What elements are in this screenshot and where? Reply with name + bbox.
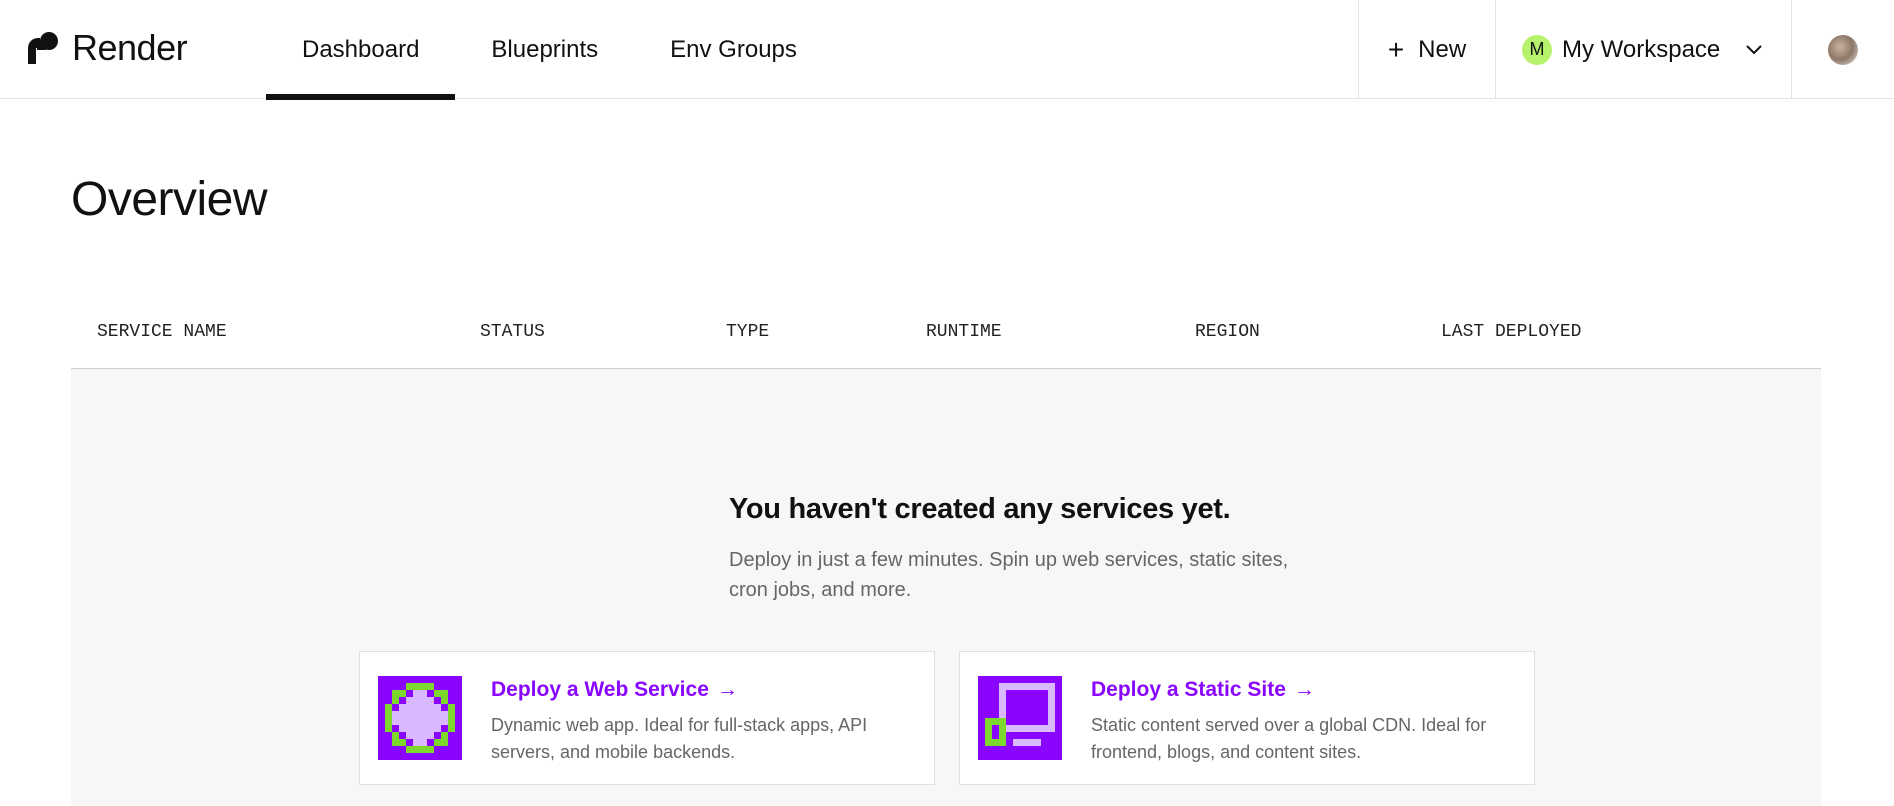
deploy-web-service-card[interactable]: Deploy a Web Service → Dynamic web app. I… [359, 651, 935, 785]
new-button-label: New [1418, 35, 1467, 63]
empty-state-title: You haven't created any services yet. [729, 493, 1231, 525]
workspace-avatar: M [1522, 34, 1552, 65]
deploy-static-site-link[interactable]: Deploy a Static Site → [1091, 678, 1315, 702]
user-avatar [1828, 34, 1858, 65]
workspace-switcher[interactable]: M My Workspace [1495, 0, 1791, 99]
arrow-right-icon: → [716, 678, 738, 701]
deploy-web-service-title: Deploy a Web Service [491, 678, 709, 701]
plus-icon: + [1387, 33, 1405, 65]
column-header-status[interactable]: STATUS [480, 322, 545, 342]
workspace-name: My Workspace [1562, 35, 1721, 63]
arrow-right-icon: → [1293, 678, 1315, 701]
deploy-web-service-description: Dynamic web app. Ideal for full-stack ap… [491, 715, 868, 762]
deploy-web-service-link[interactable]: Deploy a Web Service → [491, 678, 738, 702]
deploy-static-site-card[interactable]: Deploy a Static Site → Static content ser… [959, 651, 1535, 785]
app-name: Render [72, 27, 188, 68]
render-logo-icon [28, 32, 58, 64]
tab-env-groups[interactable]: Env Groups [634, 0, 833, 99]
new-button[interactable]: + New [1358, 0, 1495, 99]
column-header-type[interactable]: TYPE [726, 322, 769, 342]
column-header-last-deployed[interactable]: LAST DEPLOYED [1441, 322, 1581, 342]
services-table-header: SERVICE NAME STATUS TYPE RUNTIME REGION … [71, 308, 1821, 369]
chevron-down-icon [1746, 44, 1762, 54]
web-service-icon [378, 676, 462, 760]
column-header-runtime[interactable]: RUNTIME [926, 322, 1002, 342]
tab-dashboard[interactable]: Dashboard [266, 0, 456, 100]
user-menu[interactable] [1791, 0, 1894, 99]
main-nav: Dashboard Blueprints Env Groups [266, 0, 833, 100]
page-title: Overview [71, 173, 268, 226]
header-actions: + New M My Workspace [1358, 0, 1894, 99]
top-bar: Render Dashboard Blueprints Env Groups +… [0, 0, 1894, 100]
column-header-region[interactable]: REGION [1195, 322, 1260, 342]
deploy-static-site-title: Deploy a Static Site [1091, 678, 1286, 701]
column-header-service-name[interactable]: SERVICE NAME [97, 322, 227, 342]
empty-state-description: Deploy in just a few minutes. Spin up we… [729, 549, 1289, 601]
tab-blueprints[interactable]: Blueprints [455, 0, 634, 99]
deploy-static-site-description: Static content served over a global CDN.… [1091, 715, 1487, 762]
empty-state: You haven't created any services yet. De… [71, 369, 1821, 806]
render-logo[interactable]: Render [28, 27, 188, 68]
static-site-icon [978, 676, 1062, 760]
